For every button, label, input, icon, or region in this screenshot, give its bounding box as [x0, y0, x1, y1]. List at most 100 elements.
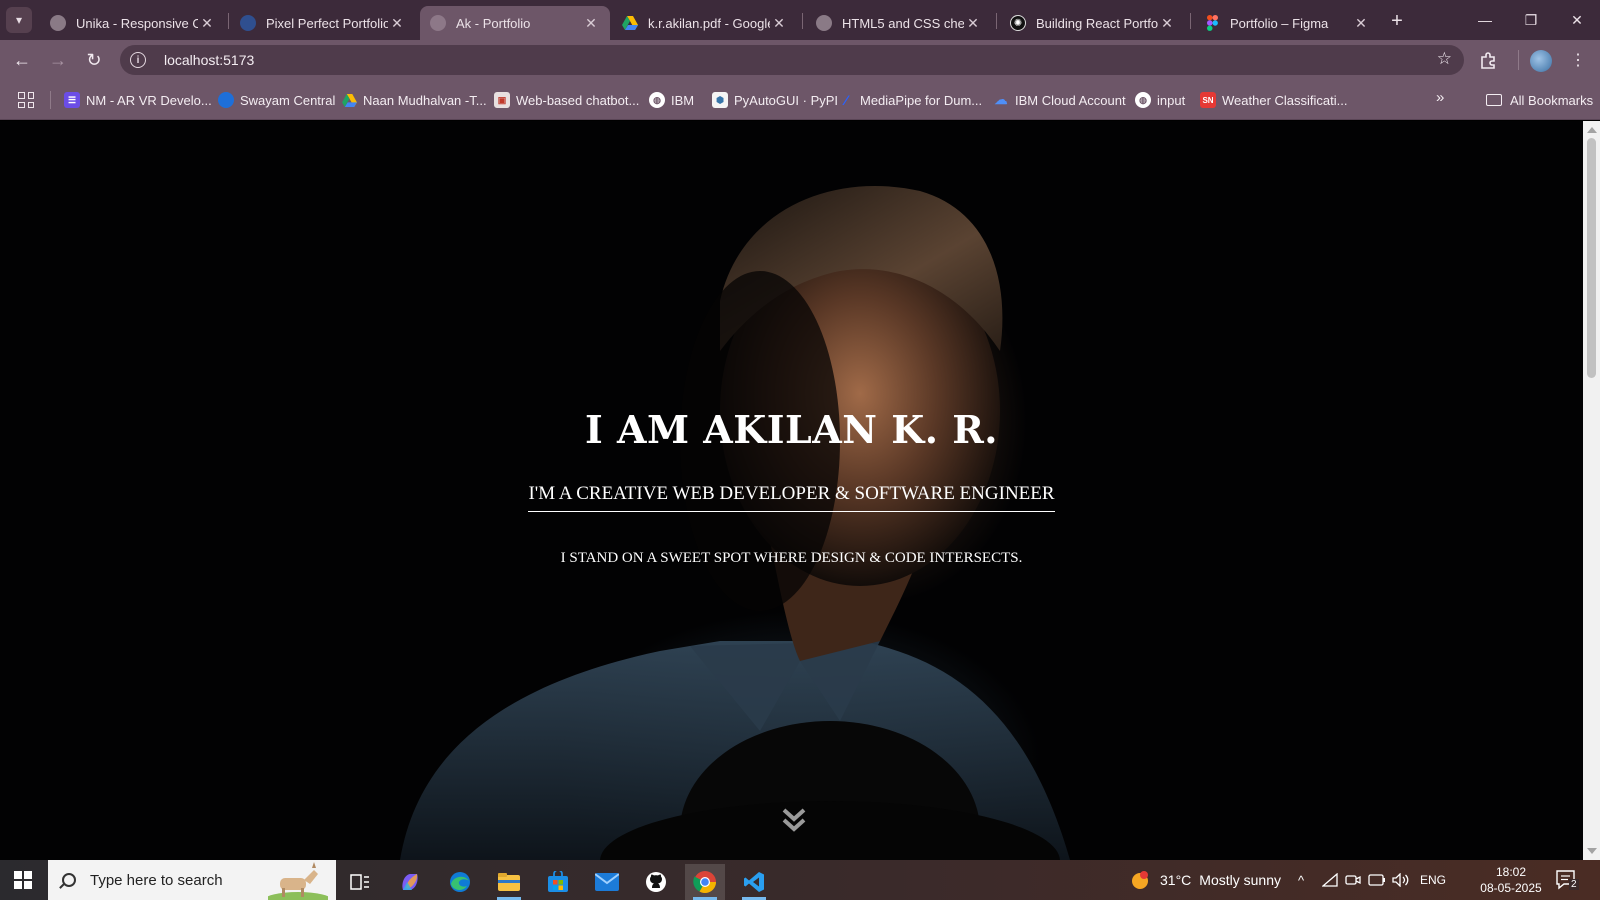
forward-button[interactable]: → [44, 46, 72, 74]
edge-icon [450, 872, 470, 892]
tab-html-css-cheat[interactable]: HTML5 and CSS cheat ✕ [806, 6, 992, 40]
menu-button[interactable]: ⋮ [1566, 48, 1590, 72]
taskbar-search-box[interactable]: Type here to search [48, 860, 336, 900]
tab-figma[interactable]: Portfolio – Figma ✕ [1194, 6, 1380, 40]
bookmark-item[interactable]: Naan Mudhalvan -T... [341, 89, 487, 111]
microsoft-store-button[interactable] [538, 864, 578, 900]
tab-google-drive-pdf[interactable]: k.r.akilan.pdf - Google ✕ [612, 6, 798, 40]
sn-icon: SN [1200, 92, 1216, 108]
back-button[interactable]: ← [8, 46, 36, 74]
task-view-icon [350, 874, 369, 890]
more-bookmarks-icon[interactable]: » [1436, 89, 1444, 106]
arrow-left-icon: ← [13, 49, 31, 70]
puzzle-icon [1481, 52, 1495, 69]
bookmark-item[interactable]: ⁄ MediaPipe for Dum... [838, 89, 982, 111]
globe-icon: ◍ [1135, 92, 1151, 108]
github-icon [646, 872, 666, 892]
all-bookmarks-button[interactable]: All Bookmarks [1486, 89, 1593, 111]
globe-icon [816, 15, 832, 31]
close-icon[interactable]: ✕ [770, 15, 788, 32]
list-icon: ☰ [64, 92, 80, 108]
clock-date: 08-05-2025 [1480, 881, 1542, 895]
restore-button[interactable]: ❐ [1508, 0, 1554, 40]
close-icon[interactable]: ✕ [1352, 15, 1370, 32]
page-scrollbar[interactable] [1583, 121, 1600, 860]
edge-button[interactable] [440, 864, 480, 900]
system-clock[interactable]: 18:02 08-05-2025 [1478, 864, 1544, 896]
url-text[interactable]: localhost:5173 [164, 52, 254, 68]
bookmark-item[interactable]: ◍ input [1135, 89, 1185, 111]
close-icon[interactable]: ✕ [1158, 15, 1176, 32]
bookmark-item[interactable]: ☁ IBM Cloud Account [993, 89, 1126, 111]
address-bar[interactable]: i localhost:5173 ☆ [120, 45, 1464, 75]
task-view-button[interactable] [340, 864, 380, 900]
pypi-icon: ⬢ [712, 92, 728, 108]
bookmark-item[interactable]: ▣ Web-based chatbot... [494, 89, 639, 111]
close-icon[interactable]: ✕ [964, 15, 982, 32]
profile-avatar[interactable] [1530, 50, 1552, 72]
input-language[interactable]: ENG [1420, 860, 1446, 900]
arrow-right-icon: → [49, 49, 67, 70]
tab-unika[interactable]: Unika - Responsive One ✕ [40, 6, 226, 40]
file-explorer-button[interactable] [489, 864, 529, 900]
bookmark-item[interactable]: ☰ NM - AR VR Develo... [64, 89, 212, 111]
globe-icon [50, 15, 66, 31]
weather-sun-icon [1132, 871, 1148, 889]
bookmark-item[interactable]: ◍ IBM [649, 89, 694, 111]
gear-icon [240, 15, 256, 31]
scroll-down-arrow-icon[interactable] [1587, 848, 1597, 854]
github-desktop-button[interactable] [636, 864, 676, 900]
double-chevron-down-icon[interactable] [779, 805, 809, 835]
extensions-button[interactable] [1476, 48, 1500, 72]
close-icon[interactable]: ✕ [388, 15, 406, 32]
tab-title: Portfolio – Figma [1230, 15, 1329, 31]
tab-pixel-perfect[interactable]: Pixel Perfect Portfolio ✕ [230, 6, 416, 40]
bookmark-item[interactable]: Swayam Central [218, 89, 335, 111]
scrollbar-thumb[interactable] [1587, 138, 1596, 378]
close-window-button[interactable]: ✕ [1554, 0, 1600, 40]
apps-grid-icon[interactable] [18, 92, 34, 108]
mail-icon [595, 873, 619, 891]
weather-condition: Mostly sunny [1199, 872, 1281, 888]
battery-status[interactable] [1368, 860, 1386, 900]
close-icon: ✕ [1571, 11, 1583, 28]
tab-building-react[interactable]: ✺ Building React Portfolio ✕ [1000, 6, 1186, 40]
windows-taskbar: Type here to search 31°C Mostly sunny ^ … [0, 860, 1600, 900]
bookmark-item[interactable]: ⬢ PyAutoGUI · PyPI [712, 89, 838, 111]
more-vertical-icon: ⋮ [1570, 52, 1586, 69]
camera-icon [1345, 875, 1361, 885]
windows-start-icon[interactable] [14, 871, 32, 889]
bookmark-label: PyAutoGUI · PyPI [734, 92, 839, 108]
volume-control[interactable] [1392, 860, 1410, 900]
close-icon[interactable]: ✕ [198, 15, 216, 32]
hero-subtitle-wrap: I'M A CREATIVE WEB DEVELOPER & SOFTWARE … [0, 483, 1583, 512]
weather-widget[interactable]: 31°C Mostly sunny [1130, 860, 1281, 900]
all-bookmarks-label: All Bookmarks [1510, 92, 1594, 108]
hero-section: I AM AKILAN K. R. I'M A CREATIVE WEB DEV… [0, 121, 1583, 860]
clock-time: 18:02 [1495, 865, 1527, 879]
speaker-icon [1392, 873, 1409, 887]
hidden-icons-button[interactable]: ^ [1298, 860, 1304, 900]
network-status[interactable] [1322, 860, 1338, 900]
minimize-button[interactable]: — [1462, 0, 1508, 40]
copilot-button[interactable] [390, 864, 430, 900]
mail-button[interactable] [587, 864, 627, 900]
bookmark-label: Web-based chatbot... [516, 92, 640, 108]
close-icon[interactable]: ✕ [582, 15, 600, 32]
chrome-button[interactable] [685, 864, 725, 900]
tab-search-button[interactable]: ▾ [6, 7, 32, 33]
bookmark-item[interactable]: SN Weather Classificati... [1200, 89, 1347, 111]
vscode-button[interactable] [734, 864, 774, 900]
copilot-icon [402, 874, 418, 890]
tab-ak-portfolio[interactable]: Ak - Portfolio ✕ [420, 6, 610, 40]
site-info-icon[interactable]: i [130, 52, 146, 68]
bookmark-label: Weather Classificati... [1222, 92, 1348, 108]
reload-icon: ↻ [86, 49, 102, 70]
bookmark-label: input [1157, 92, 1186, 108]
bookmark-star-icon[interactable]: ☆ [1437, 49, 1452, 69]
reload-button[interactable]: ↻ [80, 46, 108, 74]
notification-center-button[interactable]: 2 [1556, 870, 1579, 890]
new-tab-button[interactable]: + [1384, 8, 1410, 34]
scroll-up-arrow-icon[interactable] [1587, 127, 1597, 133]
meet-now-button[interactable] [1345, 860, 1361, 900]
